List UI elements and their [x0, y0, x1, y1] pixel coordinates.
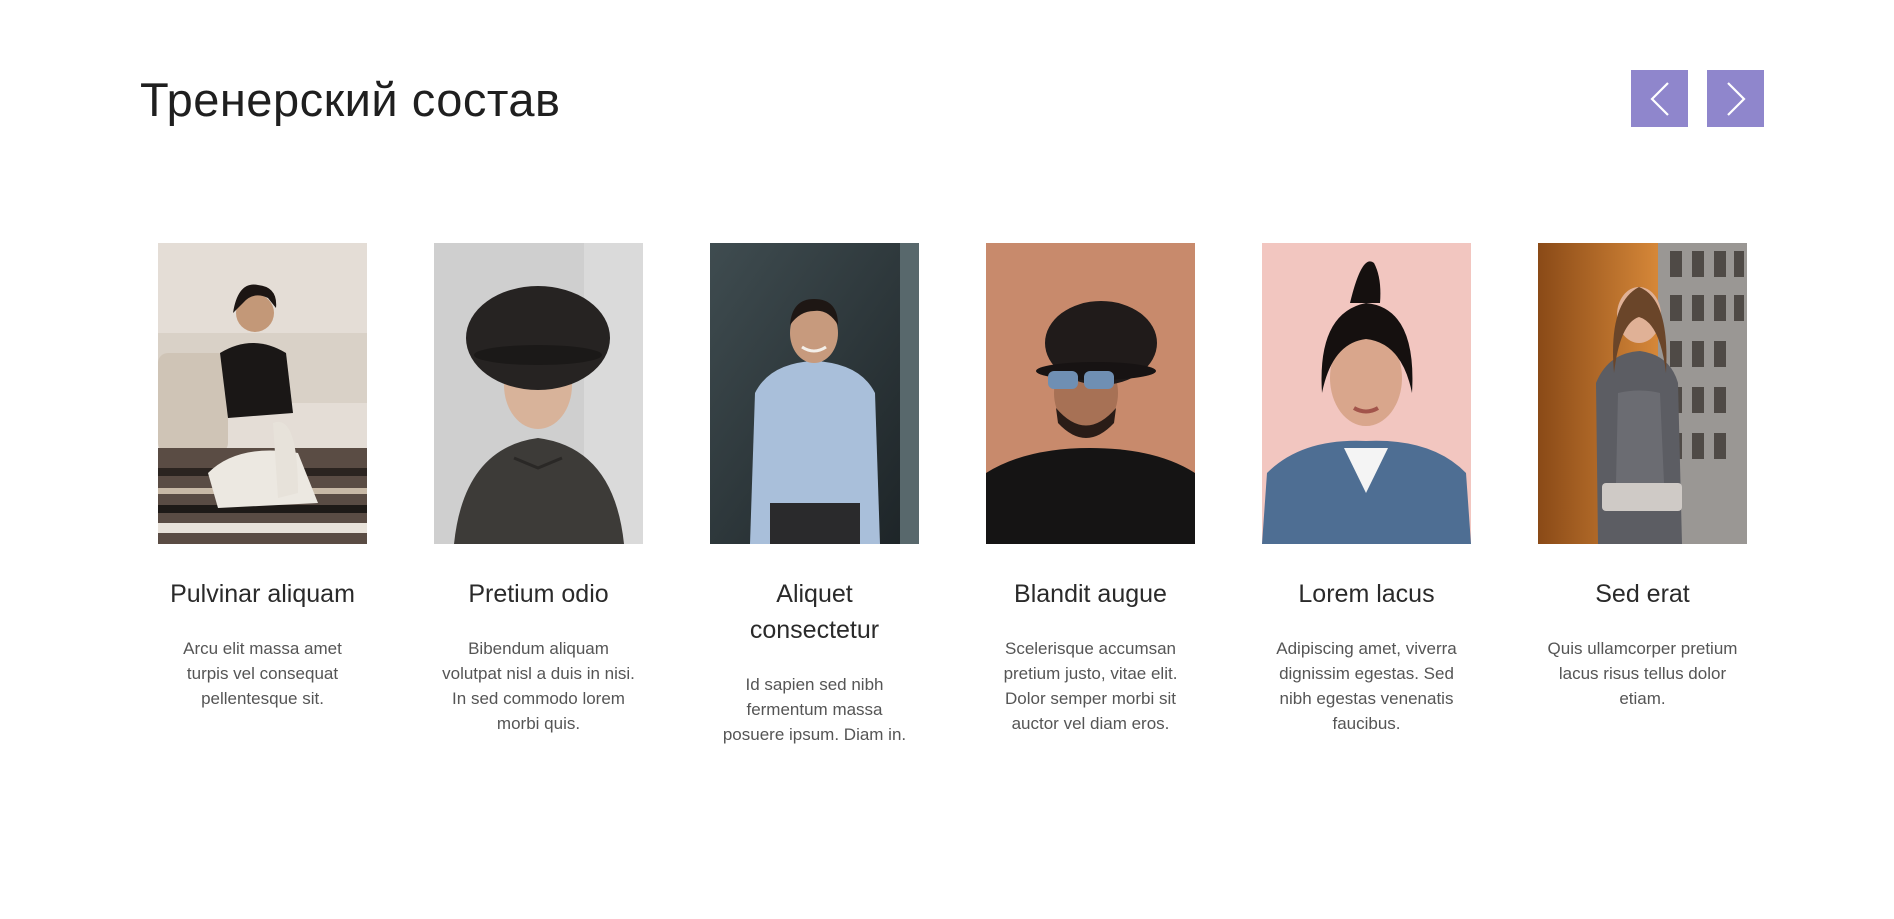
trainer-name: Aliquet consectetur	[749, 580, 880, 644]
trainer-name: Lorem lacus	[1298, 580, 1435, 608]
trainer-name: Sed erat	[1595, 580, 1690, 608]
trainer-cards: Pulvinar aliquam Arcu elit massa amet tu…	[158, 243, 1747, 747]
trainer-card[interactable]: Aliquet consectetur Id sapien sed nibh f…	[710, 243, 919, 747]
trainer-card[interactable]: Lorem lacus Adipiscing amet, viverra dig…	[1262, 243, 1471, 747]
trainer-description: Id sapien sed nibh fermentum massa posue…	[722, 675, 907, 744]
trainers-section: Тренерский состав Pulvinar aliquam Arcu …	[0, 0, 1894, 919]
carousel-prev-button[interactable]	[1631, 70, 1688, 127]
trainer-description: Scelerisque accumsan pretium justo, vita…	[1003, 639, 1178, 733]
trainer-name: Pretium odio	[468, 580, 609, 608]
chevron-right-icon	[1725, 81, 1747, 117]
trainer-photo	[986, 243, 1195, 544]
trainer-name: Blandit augue	[1014, 580, 1167, 608]
trainer-photo	[1262, 243, 1471, 544]
trainer-card[interactable]: Pretium odio Bibendum aliquam volutpat n…	[434, 243, 643, 747]
trainer-description: Bibendum aliquam volutpat nisl a duis in…	[442, 639, 635, 733]
trainer-description: Quis ullamcorper pretium lacus risus tel…	[1547, 639, 1738, 708]
trainer-card[interactable]: Blandit augue Scelerisque accumsan preti…	[986, 243, 1195, 747]
trainer-photo	[710, 243, 919, 544]
trainer-name: Pulvinar aliquam	[170, 580, 355, 608]
carousel-next-button[interactable]	[1707, 70, 1764, 127]
trainer-description: Adipiscing amet, viverra dignissim egest…	[1276, 639, 1457, 733]
trainer-photo	[158, 243, 367, 544]
chevron-left-icon	[1649, 81, 1671, 117]
section-title: Тренерский состав	[140, 73, 561, 126]
trainer-card[interactable]: Sed erat Quis ullamcorper pretium lacus …	[1538, 243, 1747, 747]
trainer-card[interactable]: Pulvinar aliquam Arcu elit massa amet tu…	[158, 243, 367, 747]
trainer-photo	[1538, 243, 1747, 544]
trainer-description: Arcu elit massa amet turpis vel consequa…	[183, 639, 342, 708]
trainer-photo	[434, 243, 643, 544]
